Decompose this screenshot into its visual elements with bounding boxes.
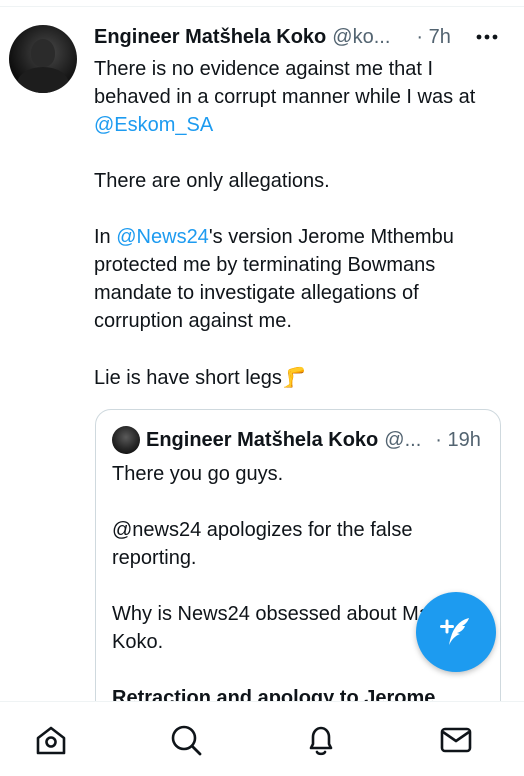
- nav-messages-button[interactable]: [438, 722, 474, 758]
- tweet-text-segment: There are only allegations.: [94, 170, 330, 192]
- author-name[interactable]: Engineer Matšhela Koko: [94, 26, 326, 49]
- messages-icon: [440, 727, 472, 753]
- quoted-tweet-card[interactable]: Engineer Matšhela Koko @... · 19h There …: [95, 409, 501, 751]
- home-icon: [36, 726, 66, 755]
- bottom-navigation: [0, 701, 524, 776]
- tweet-text-segment: There is no evidence against me that I b…: [94, 58, 476, 108]
- compose-tweet-button[interactable]: [416, 592, 496, 672]
- author-handle[interactable]: @ko...: [332, 26, 390, 49]
- quoted-author-avatar: [112, 426, 140, 454]
- tweet-paragraph: Lie is have short legs🦵: [94, 363, 504, 392]
- mention-link[interactable]: @Eskom_SA: [94, 114, 213, 136]
- leg-emoji-icon: 🦵: [281, 365, 307, 389]
- nav-notifications-button[interactable]: [303, 722, 339, 758]
- quoted-author-name: Engineer Matšhela Koko: [146, 428, 379, 451]
- tweet-header: Engineer Matšhela Koko @ko... · 7h: [94, 24, 504, 50]
- compose-tweet-icon: [440, 618, 469, 645]
- author-avatar[interactable]: [9, 25, 77, 93]
- tweet-text: There is no evidence against me that I b…: [94, 55, 504, 420]
- quoted-paragraph: @news24 apologizes for the false reporti…: [112, 519, 413, 569]
- tweet-paragraph: There is no evidence against me that I b…: [94, 55, 504, 139]
- quoted-tweet-timestamp: · 19h: [435, 428, 481, 451]
- tweet-timestamp[interactable]: · 7h: [416, 26, 450, 49]
- quoted-author-handle: @...: [384, 428, 422, 451]
- quoted-tweet-header: Engineer Matšhela Koko @... · 19h: [146, 427, 486, 453]
- more-options-icon[interactable]: [476, 29, 498, 45]
- nav-explore-button[interactable]: [168, 722, 204, 758]
- explore-icon: [171, 725, 202, 756]
- nav-home-button[interactable]: [33, 722, 69, 758]
- mention-link[interactable]: @News24: [116, 226, 209, 248]
- notifications-icon: [309, 726, 333, 756]
- quoted-paragraph: There you go guys.: [112, 463, 284, 485]
- top-divider: [0, 6, 524, 7]
- tweet-paragraph: There are only allegations.: [94, 167, 504, 195]
- tweet-text-segment: Lie is have short legs: [94, 367, 282, 389]
- tweet-paragraph: In @News24's version Jerome Mthembu prot…: [94, 223, 504, 335]
- tweet-text-segment: In: [94, 226, 117, 248]
